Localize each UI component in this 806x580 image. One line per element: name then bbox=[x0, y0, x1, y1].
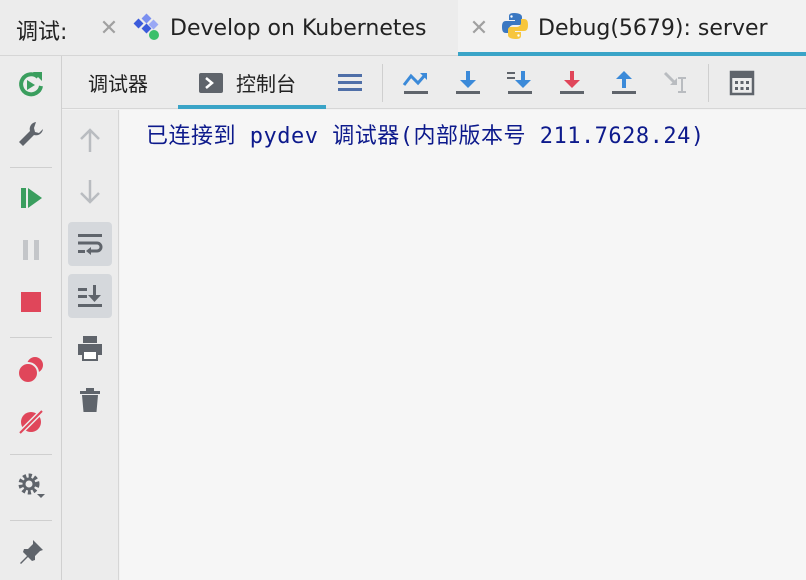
step-into-my-code-icon[interactable] bbox=[500, 64, 540, 102]
tab-label: Debug(5679): server bbox=[538, 15, 768, 41]
step-out-icon[interactable] bbox=[604, 64, 644, 102]
tab-console[interactable]: 控制台 bbox=[178, 56, 326, 109]
arrow-up-icon[interactable] bbox=[68, 118, 112, 162]
mute-breakpoints-icon[interactable] bbox=[11, 402, 51, 442]
tab-debug-server[interactable]: ✕ Debug(5679): server bbox=[458, 0, 806, 56]
wrench-icon[interactable] bbox=[11, 114, 51, 154]
step-into-icon[interactable] bbox=[448, 64, 488, 102]
step-over-icon[interactable] bbox=[396, 64, 436, 102]
print-icon[interactable] bbox=[68, 326, 112, 370]
trash-icon[interactable] bbox=[68, 378, 112, 422]
close-icon[interactable]: ✕ bbox=[96, 16, 122, 41]
evaluate-expression-icon[interactable] bbox=[722, 64, 762, 102]
tab-debugger[interactable]: 调试器 bbox=[88, 56, 148, 109]
tab-label: Develop on Kubernetes bbox=[170, 15, 427, 41]
tab-label: 调试器 bbox=[88, 72, 148, 96]
console-output[interactable]: 已连接到 pydev 调试器(内部版本号 211.7628.24) bbox=[120, 110, 806, 580]
view-breakpoints-icon[interactable] bbox=[11, 350, 51, 390]
debug-left-toolbar bbox=[0, 56, 62, 580]
show-execution-point-icon[interactable] bbox=[330, 64, 370, 102]
debug-tool-window: 调试: ✕ Develop on Kubernetes ✕ Debug(5679… bbox=[0, 0, 806, 580]
scroll-to-end-icon[interactable] bbox=[68, 274, 112, 318]
close-icon[interactable]: ✕ bbox=[466, 16, 492, 41]
python-icon bbox=[500, 11, 530, 46]
tool-window-tab-bar: 调试: ✕ Develop on Kubernetes ✕ Debug(5679… bbox=[0, 0, 806, 56]
resume-icon[interactable] bbox=[11, 178, 51, 218]
pause-icon[interactable] bbox=[11, 230, 51, 270]
tool-window-title: 调试: bbox=[16, 20, 68, 45]
tab-label: 控制台 bbox=[236, 72, 296, 96]
tab-develop-on-kubernetes[interactable]: ✕ Develop on Kubernetes bbox=[96, 0, 456, 56]
force-step-into-icon[interactable] bbox=[552, 64, 592, 102]
gear-icon[interactable] bbox=[11, 466, 51, 506]
stop-icon[interactable] bbox=[11, 282, 51, 322]
console-line: 已连接到 pydev 调试器(内部版本号 211.7628.24) bbox=[146, 124, 705, 149]
pin-icon[interactable] bbox=[11, 532, 51, 572]
soft-wrap-icon[interactable] bbox=[68, 222, 112, 266]
rerun-icon[interactable] bbox=[11, 64, 51, 104]
console-icon bbox=[198, 72, 224, 94]
arrow-down-icon[interactable] bbox=[68, 170, 112, 214]
console-side-toolbar bbox=[62, 110, 119, 580]
kubernetes-run-icon bbox=[132, 11, 162, 46]
run-to-cursor-icon[interactable] bbox=[656, 64, 696, 102]
debug-sub-toolbar: 调试器 控制台 bbox=[62, 56, 806, 109]
